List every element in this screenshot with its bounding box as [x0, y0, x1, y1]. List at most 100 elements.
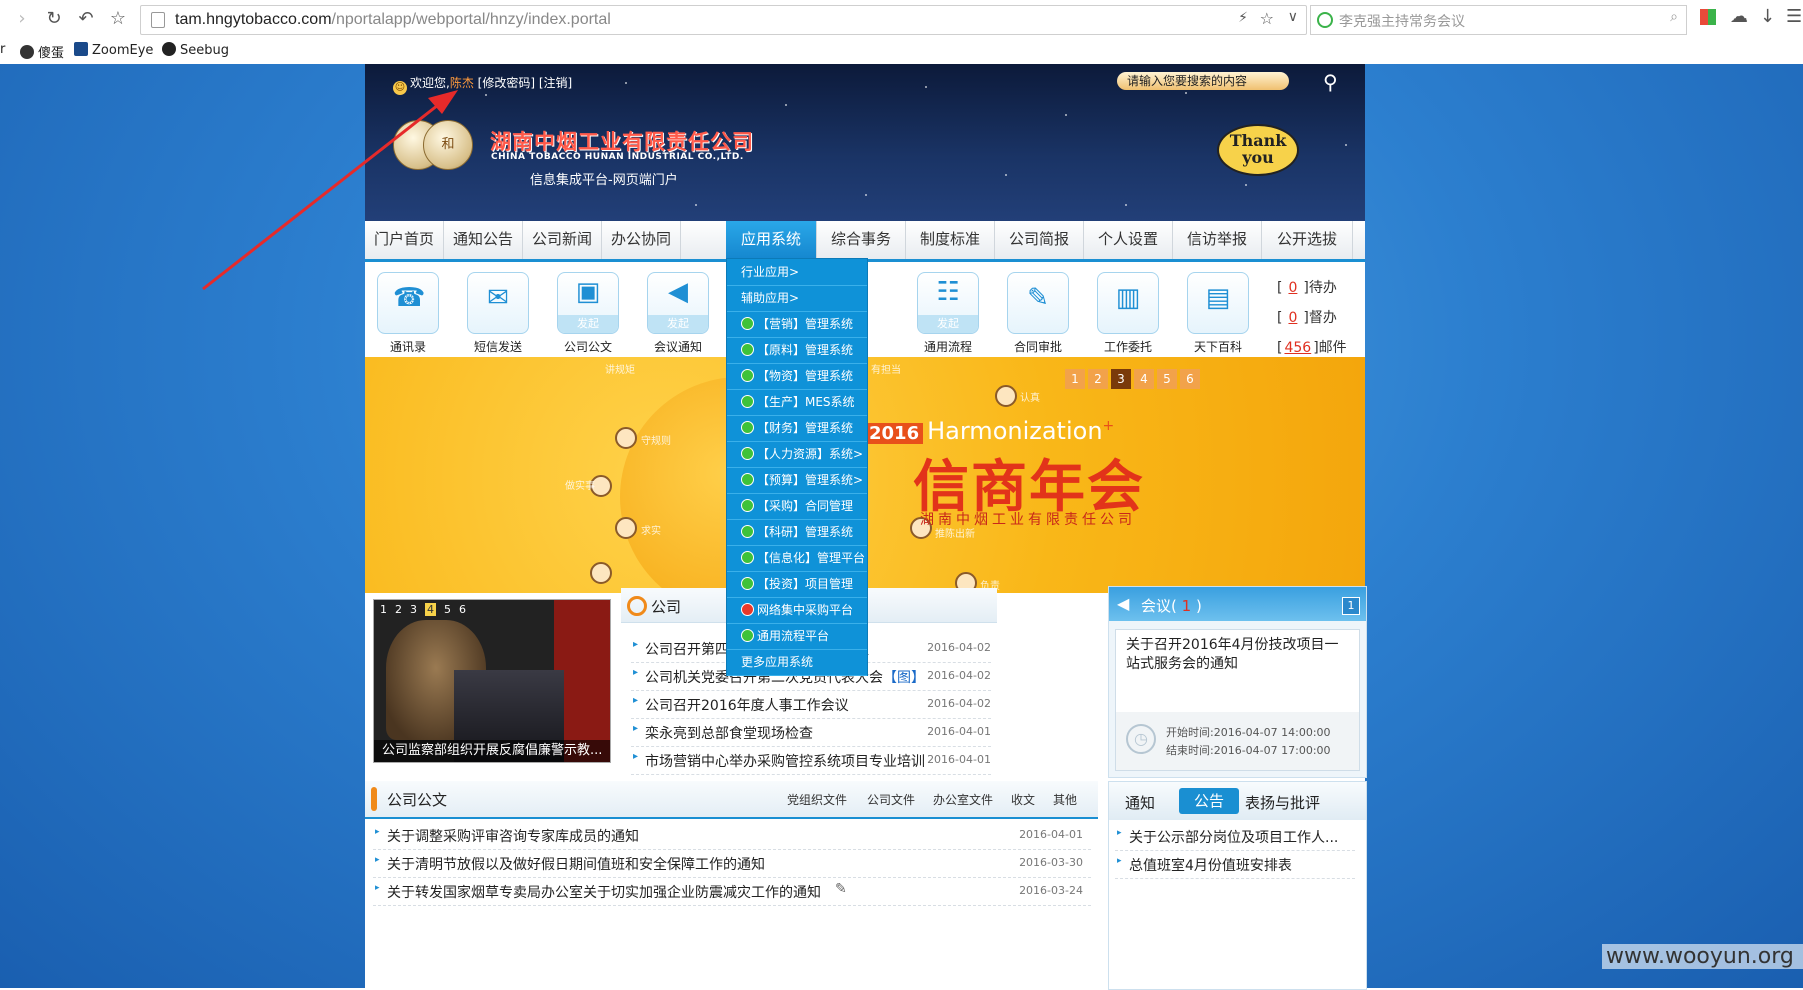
- photo-pager[interactable]: 123456: [380, 603, 474, 616]
- dropdown-item[interactable]: 【投资】项目管理: [727, 571, 867, 598]
- dropdown-item[interactable]: 【财务】管理系统: [727, 415, 867, 442]
- banner-page-6[interactable]: 6: [1180, 369, 1200, 389]
- bookmark-star-icon[interactable]: ☆: [106, 8, 130, 30]
- news-item[interactable]: ▸ 公司召开2016年度人事工作会议 2016-04-02: [631, 690, 991, 719]
- portal-search-input[interactable]: 请输入您要搜索的内容: [1117, 72, 1289, 90]
- menu-icon[interactable]: ☰: [1786, 6, 1802, 27]
- doc-item[interactable]: ▸ 关于转发国家烟草专卖局办公室关于切实加强企业防震减灾工作的通知 ✎ 2016-03…: [373, 877, 1091, 906]
- nav-home[interactable]: 门户首页: [365, 221, 444, 259]
- banner-page-2[interactable]: 2: [1088, 369, 1108, 389]
- chevron-down-icon[interactable]: ∨: [1288, 9, 1298, 25]
- dropdown-item[interactable]: 通用流程平台: [727, 623, 867, 650]
- bookmark-seebug[interactable]: Seebug: [162, 42, 229, 58]
- dropdown-item[interactable]: 【生产】MES系统: [727, 389, 867, 416]
- back-icon[interactable]: ↶: [74, 8, 98, 30]
- nav-personal[interactable]: 个人设置: [1084, 221, 1173, 259]
- quick-contract[interactable]: ✎ 合同审批: [1003, 272, 1073, 355]
- dropdown-item[interactable]: 【物资】管理系统: [727, 363, 867, 390]
- apps-icon[interactable]: [1700, 9, 1716, 25]
- dropdown-item[interactable]: 辅助应用>: [727, 285, 867, 312]
- quick-sms[interactable]: ✉ 短信发送: [463, 272, 533, 355]
- photo-caption[interactable]: 公司监察部组织开展反腐倡廉警示教...: [374, 740, 610, 762]
- nav-standards[interactable]: 制度标准: [906, 221, 995, 259]
- search-icon[interactable]: ⚲: [1323, 70, 1338, 94]
- nav-notices[interactable]: 通知公告: [444, 221, 523, 259]
- bookmark-prefix: r: [0, 42, 6, 57]
- news-item[interactable]: ▸ 市场营销中心举办采购管控系统项目专业培训 2016-04-01: [631, 746, 991, 775]
- speaker-icon: ◀: [1117, 594, 1130, 613]
- nav-report[interactable]: 信访举报: [1173, 221, 1262, 259]
- tab-announcement[interactable]: 公告: [1179, 788, 1239, 814]
- counter-supervise[interactable]: [0]督办: [1277, 307, 1337, 327]
- nav-office[interactable]: 办公协同: [602, 221, 681, 259]
- banner-page-4[interactable]: 4: [1134, 369, 1154, 389]
- nav-affairs[interactable]: 综合事务: [817, 221, 906, 259]
- notice-item[interactable]: ▸ 关于公示部分岗位及项目工作人...: [1115, 822, 1355, 851]
- dropdown-item[interactable]: 【原料】管理系统: [727, 337, 867, 364]
- contacts-icon: ☎: [393, 283, 426, 313]
- quick-wiki[interactable]: ▤ 天下百科: [1183, 272, 1253, 355]
- nav-apps[interactable]: 应用系统: [726, 221, 817, 259]
- reload-icon[interactable]: ↻: [42, 8, 66, 30]
- username-link[interactable]: 陈杰: [450, 76, 474, 90]
- banner-page-3[interactable]: 3: [1111, 369, 1131, 389]
- search-icon[interactable]: ⌕: [1670, 9, 1678, 25]
- green-dot-icon: [741, 499, 754, 512]
- download-icon[interactable]: ↓: [1760, 6, 1775, 27]
- accent-bar: [371, 787, 377, 811]
- attachment-icon: ✎: [835, 881, 847, 897]
- docs-tab-other[interactable]: 其他: [1053, 791, 1077, 808]
- doc-item[interactable]: ▸ 关于清明节放假以及做好假日期间值班和安全保障工作的通知 2016-03-30: [373, 849, 1091, 878]
- docs-tab-company[interactable]: 公司文件: [867, 791, 915, 808]
- docs-tab-office[interactable]: 办公室文件: [933, 791, 993, 808]
- counter-todo[interactable]: [0]待办: [1277, 277, 1337, 297]
- company-logo: 和: [393, 116, 475, 174]
- quick-delegate[interactable]: ▥ 工作委托: [1093, 272, 1163, 355]
- nav-news[interactable]: 公司新闻: [523, 221, 602, 259]
- banner-page-1[interactable]: 1: [1065, 369, 1085, 389]
- nav-selection[interactable]: 公开选拔: [1262, 221, 1353, 259]
- person-icon: [995, 385, 1017, 407]
- tab-notice[interactable]: 通知: [1125, 792, 1155, 813]
- dropdown-item[interactable]: 【人力资源】系统>: [727, 441, 867, 468]
- dropdown-item[interactable]: 【预算】管理系统>: [727, 467, 867, 494]
- quick-documents[interactable]: ▣ 发起 公司公文: [553, 272, 623, 355]
- bookmark-icon: [74, 42, 88, 56]
- nav-briefing[interactable]: 公司简报: [995, 221, 1084, 259]
- address-bar[interactable]: tam.hngytobacco.com/nportalapp/webportal…: [140, 5, 1307, 35]
- red-dot-icon: [741, 603, 754, 616]
- bookmark-shadan[interactable]: 傻蛋: [20, 42, 64, 61]
- meeting-item-title[interactable]: 关于召开2016年4月份技改项目一站式服务会的通知: [1126, 636, 1350, 674]
- dropdown-item[interactable]: 网络集中采购平台: [727, 597, 867, 624]
- lightning-icon[interactable]: ⚡: [1238, 10, 1248, 26]
- dropdown-item[interactable]: 【营销】管理系统: [727, 311, 867, 338]
- photo-slideshow[interactable]: 123456 公司监察部组织开展反腐倡廉警示教...: [373, 599, 611, 763]
- apps-dropdown-menu: 行业应用> 辅助应用> 【营销】管理系统 【原料】管理系统 【物资】管理系统 【生产】ME…: [726, 258, 868, 676]
- quick-contacts[interactable]: ☎ 通讯录: [373, 272, 443, 355]
- news-item[interactable]: ▸ 栾永亮到总部食堂现场检查 2016-04-01: [631, 718, 991, 747]
- dropdown-item[interactable]: 【科研】管理系统: [727, 519, 867, 546]
- counter-mail[interactable]: [456]邮件: [1277, 337, 1347, 357]
- cloud-icon[interactable]: ☁: [1730, 6, 1748, 27]
- tab-praise-criticism[interactable]: 表扬与批评: [1245, 792, 1320, 813]
- quick-meeting[interactable]: ◀ 发起 会议通知: [643, 272, 713, 355]
- thank-you-badge: Thank you: [1217, 124, 1299, 176]
- doc-item[interactable]: ▸ 关于调整采购评审咨询专家库成员的通知 2016-04-01: [373, 821, 1091, 850]
- browser-chrome: › ↻ ↶ ☆ tam.hngytobacco.com/nportalapp/w…: [0, 0, 1803, 65]
- meeting-card[interactable]: 关于召开2016年4月份技改项目一站式服务会的通知 ◷ 开始时间:2016-04…: [1115, 629, 1360, 771]
- banner-page-5[interactable]: 5: [1157, 369, 1177, 389]
- quick-workflow[interactable]: ☷ 发起 通用流程: [913, 272, 983, 355]
- meeting-page-badge[interactable]: 1: [1342, 597, 1360, 615]
- forward-icon[interactable]: ›: [10, 8, 34, 30]
- account-links[interactable]: [修改密码] [注销]: [478, 76, 573, 90]
- dropdown-item[interactable]: 行业应用>: [727, 259, 867, 286]
- dropdown-item[interactable]: 【信息化】管理平台: [727, 545, 867, 572]
- dropdown-item[interactable]: 【采购】合同管理: [727, 493, 867, 520]
- notice-item[interactable]: ▸ 总值班室4月份值班安排表: [1115, 850, 1355, 879]
- bookmark-zoomeye[interactable]: ZoomEye: [74, 42, 153, 58]
- browser-search-box[interactable]: 李克强主持常务会议 ⌕: [1310, 5, 1687, 35]
- docs-tab-received[interactable]: 收文: [1011, 791, 1035, 808]
- favorite-icon[interactable]: ☆: [1260, 9, 1274, 28]
- dropdown-item[interactable]: 更多应用系统: [727, 649, 867, 676]
- docs-tab-party[interactable]: 党组织文件: [787, 791, 847, 808]
